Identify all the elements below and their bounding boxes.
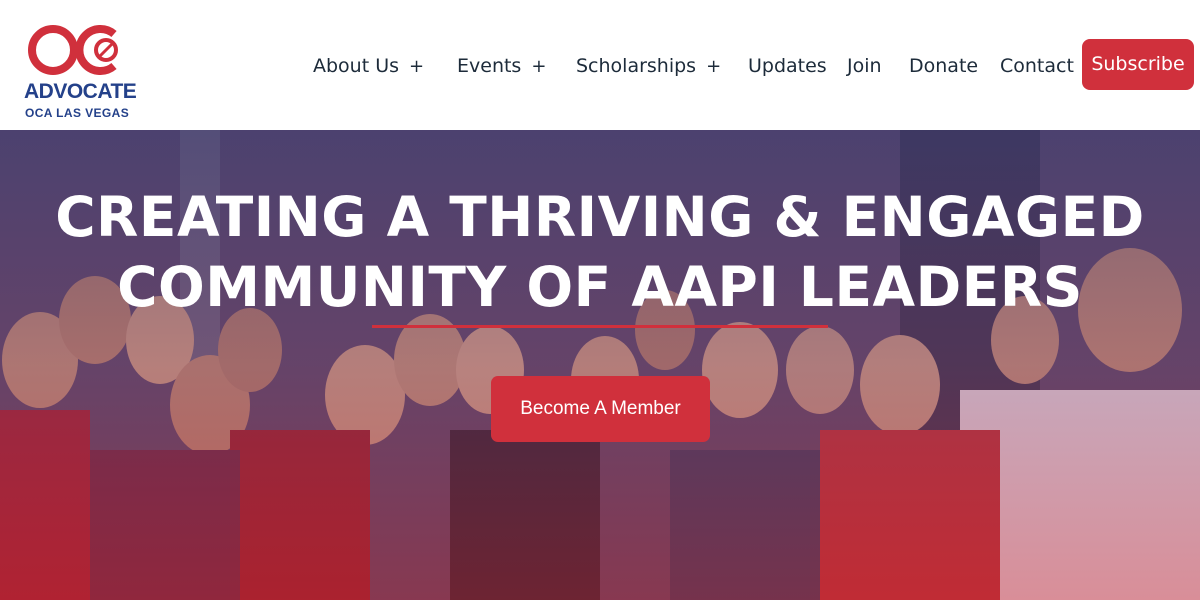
expand-plus-icon: + (531, 56, 547, 77)
become-member-button[interactable]: Become A Member (491, 376, 710, 442)
hero-section: CREATING A THRIVING & ENGAGED COMMUNITY … (0, 130, 1200, 600)
nav-item-contact[interactable]: Contact (1000, 40, 1074, 92)
nav-item-label: About Us (313, 55, 400, 77)
headline-line-2: COMMUNITY OF AAPI LEADERS (117, 255, 1083, 319)
main-nav: About Us + Events + Scholarships + Updates … (0, 40, 1200, 92)
nav-item-label: Scholarships (576, 55, 697, 77)
nav-item-about-us[interactable]: About Us + (313, 40, 424, 92)
hero-headline: CREATING A THRIVING & ENGAGED COMMUNITY … (0, 182, 1200, 322)
nav-item-label: Events (457, 55, 522, 77)
nav-item-updates[interactable]: Updates (748, 40, 827, 92)
subscribe-button[interactable]: Subscribe (1082, 39, 1194, 90)
headline-line-1: CREATING A THRIVING & ENGAGED (55, 185, 1145, 249)
hero-divider (372, 325, 828, 328)
nav-item-join[interactable]: Join (847, 40, 882, 92)
nav-item-scholarships[interactable]: Scholarships + (576, 40, 721, 92)
site-header: ADVOCATE OCA LAS VEGAS About Us + Events +… (0, 0, 1200, 130)
logo-subtitle: OCA LAS VEGAS (25, 106, 130, 120)
expand-plus-icon: + (706, 56, 722, 77)
nav-item-events[interactable]: Events + (457, 40, 546, 92)
expand-plus-icon: + (409, 56, 425, 77)
nav-item-donate[interactable]: Donate (909, 40, 978, 92)
